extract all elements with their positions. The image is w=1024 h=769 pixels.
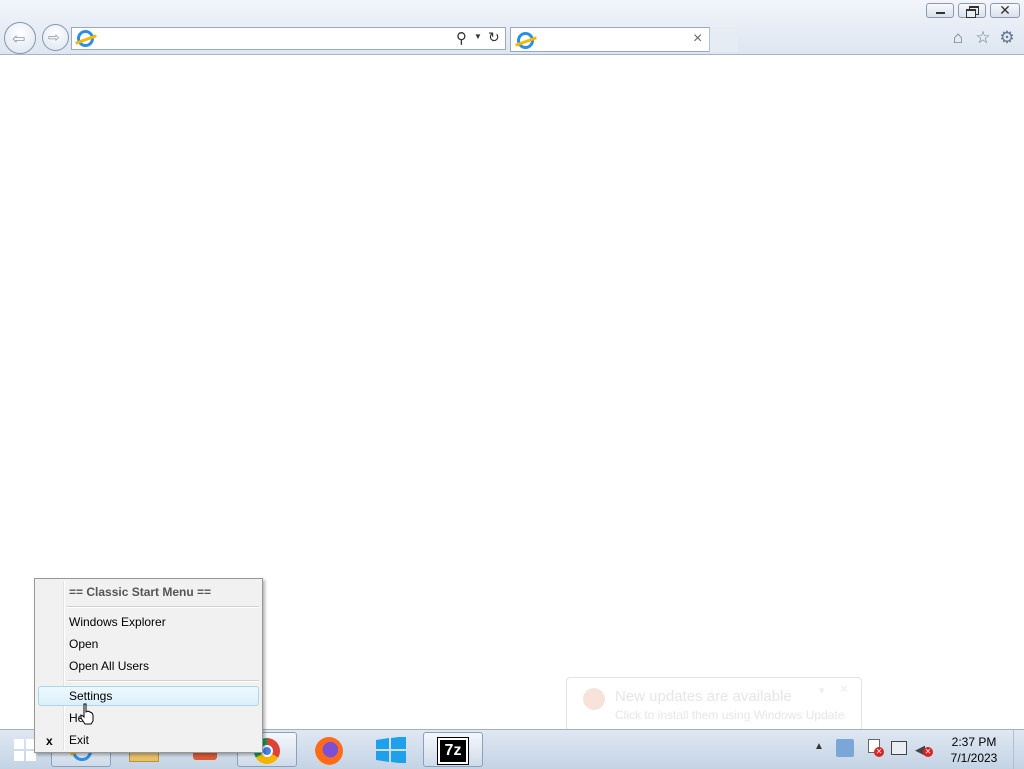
tab-close-icon[interactable]: ×	[693, 30, 702, 48]
menu-item-exit[interactable]: Exit	[69, 731, 89, 749]
notification-body: Click to install them using Windows Upda…	[615, 708, 845, 722]
new-tab-button[interactable]	[709, 27, 738, 52]
taskbar-firefox[interactable]	[299, 732, 359, 767]
notification-options-icon[interactable]: ▾	[819, 684, 825, 697]
home-icon[interactable]: ⌂	[949, 29, 967, 47]
system-clock[interactable]: 2:37 PM 7/1/2023	[939, 734, 1009, 766]
forward-arrow-icon: ⇨	[48, 29, 60, 45]
7zip-icon: 7z	[437, 737, 469, 765]
hand-cursor-icon	[80, 703, 94, 725]
search-icon[interactable]: ⚲	[456, 29, 467, 47]
close-window-button[interactable]: ✕	[990, 2, 1020, 18]
ie-page-icon	[77, 30, 94, 47]
show-desktop-button[interactable]	[1013, 730, 1024, 769]
close-icon: ✕	[999, 2, 1011, 18]
menu-item-open[interactable]: Open	[69, 635, 98, 653]
windows-update-tray-icon[interactable]	[836, 739, 854, 757]
address-bar[interactable]: ⚲ ▼ ↻	[71, 27, 506, 50]
back-arrow-icon: ⇦	[12, 31, 26, 48]
firefox-icon	[315, 737, 343, 765]
update-notification[interactable]: New updates are available Click to insta…	[566, 677, 862, 731]
back-button[interactable]: ⇦	[4, 22, 36, 54]
exit-marker-icon: x	[46, 734, 53, 748]
menu-separator	[67, 606, 259, 608]
favorites-star-icon[interactable]: ☆	[974, 29, 992, 47]
windows-store-icon	[376, 737, 406, 763]
settings-gear-icon[interactable]: ⚙	[998, 29, 1016, 47]
browser-toolbar: ✕ ⇦ ⇨ ⚲ ▼ ↻ × ⌂ ☆ ⚙	[0, 0, 1024, 55]
windows-start-icon	[14, 739, 36, 761]
clock-date: 7/1/2023	[950, 751, 998, 765]
notification-close-icon[interactable]: ✕	[839, 682, 849, 696]
menu-item-windows-explorer[interactable]: Windows Explorer	[69, 613, 166, 631]
network-tray-icon[interactable]	[891, 739, 909, 757]
menu-icon-gutter	[63, 581, 65, 750]
shield-warning-icon	[583, 688, 605, 710]
menu-item-open-all-users[interactable]: Open All Users	[69, 657, 149, 675]
classic-start-menu-context-menu: == Classic Start Menu == Windows Explore…	[34, 578, 263, 753]
taskbar-windows-store[interactable]	[361, 732, 421, 767]
taskbar-7zip[interactable]: 7z	[423, 732, 483, 767]
minimize-icon	[936, 12, 945, 14]
browser-tab[interactable]: ×	[510, 27, 738, 52]
tab-ie-icon	[517, 32, 534, 49]
action-center-flag-icon[interactable]: ✕	[866, 739, 884, 757]
minimize-button[interactable]	[926, 3, 954, 18]
refresh-icon[interactable]: ↻	[488, 29, 500, 46]
volume-muted-icon[interactable]: ◀ ✕	[915, 739, 933, 757]
notification-title: New updates are available	[615, 688, 792, 705]
forward-button[interactable]: ⇨	[42, 24, 69, 51]
menu-header: == Classic Start Menu ==	[69, 585, 212, 599]
clock-time: 2:37 PM	[951, 735, 997, 749]
menu-separator	[67, 680, 259, 682]
dropdown-arrow-icon[interactable]: ▼	[474, 32, 482, 41]
restore-button[interactable]	[958, 3, 986, 18]
show-hidden-icons-button[interactable]: ▲	[814, 741, 824, 752]
